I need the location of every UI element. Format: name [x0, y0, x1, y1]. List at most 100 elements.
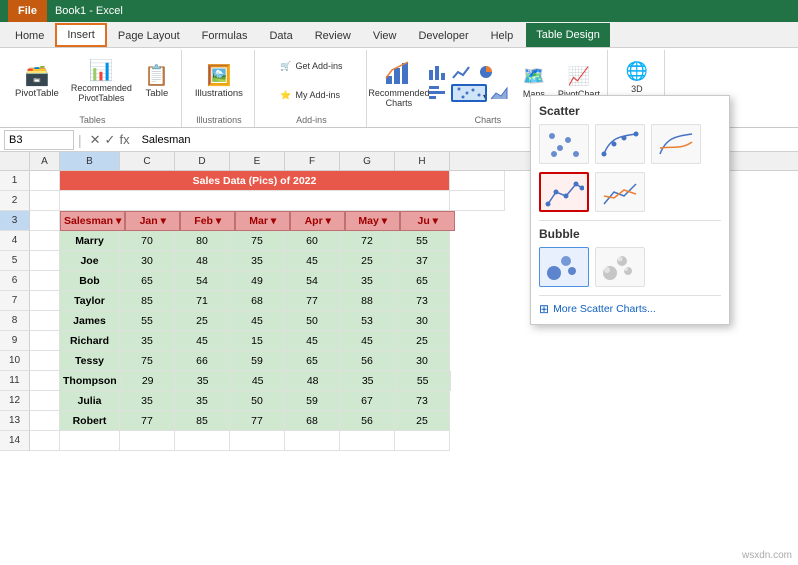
- tab-data[interactable]: Data: [258, 23, 303, 47]
- cell-a4[interactable]: [30, 231, 60, 251]
- row-header-4[interactable]: 4: [0, 231, 29, 251]
- scatter-straight-lines-button[interactable]: [595, 172, 645, 212]
- cell-b10[interactable]: Tessy: [60, 351, 120, 371]
- my-addins-icon: ⭐: [280, 90, 291, 101]
- cell-b5[interactable]: Joe: [60, 251, 120, 271]
- row-header-6[interactable]: 6: [0, 271, 29, 291]
- col-header-e[interactable]: E: [230, 152, 285, 170]
- scatter-smooth-lines-button[interactable]: [595, 124, 645, 164]
- illustrations-button[interactable]: 🖼️ Illustrations: [190, 52, 248, 112]
- tab-review[interactable]: Review: [304, 23, 362, 47]
- scatter-icons-row: [539, 124, 721, 164]
- tables-group-label: Tables: [79, 113, 105, 125]
- maps-icon: 🗺️: [523, 66, 545, 87]
- row-header-1[interactable]: 1: [0, 171, 29, 191]
- cell-a3[interactable]: [30, 211, 60, 231]
- scatter-chart-button[interactable]: ▾: [451, 84, 487, 102]
- row-header-3[interactable]: 3: [0, 211, 29, 231]
- name-box[interactable]: B3: [4, 130, 74, 150]
- get-addins-button[interactable]: 🛒 Get Add-ins: [276, 52, 346, 80]
- line-chart-button[interactable]: [451, 63, 473, 81]
- confirm-formula-icon[interactable]: ✓: [105, 132, 116, 148]
- table-button[interactable]: 📋 Table: [139, 52, 175, 112]
- cell-h1[interactable]: [450, 171, 505, 191]
- cell-b4[interactable]: Marry: [60, 231, 120, 251]
- cell-a1[interactable]: [30, 171, 60, 191]
- row-header-12[interactable]: 12: [0, 391, 29, 411]
- ribbon-group-addins: 🛒 Get Add-ins ⭐ My Add-ins Add-ins: [257, 50, 367, 127]
- cell-b13[interactable]: Robert: [60, 411, 120, 431]
- insert-function-icon[interactable]: fx: [119, 132, 129, 147]
- table-row: Tessy 75 66 59 65 56 30: [30, 351, 798, 371]
- tab-home[interactable]: Home: [4, 23, 55, 47]
- scatter-dots-button[interactable]: [539, 124, 589, 164]
- row-header-5[interactable]: 5: [0, 251, 29, 271]
- cell-b3[interactable]: Salesman ▾: [60, 211, 125, 231]
- table-row: Robert 77 85 77 68 56 25: [30, 411, 798, 431]
- cell-b9[interactable]: Richard: [60, 331, 120, 351]
- row-header-13[interactable]: 13: [0, 411, 29, 431]
- cell-h4[interactable]: 55: [395, 231, 450, 251]
- bubble-3d-button[interactable]: [595, 247, 645, 287]
- row-header-10[interactable]: 10: [0, 351, 29, 371]
- chart-type-buttons: ▾: [427, 63, 511, 102]
- pivottable-button[interactable]: 🗃️ PivotTable: [10, 52, 64, 112]
- col-header-c[interactable]: C: [120, 152, 175, 170]
- row-header-2[interactable]: 2: [0, 191, 29, 211]
- col-header-d[interactable]: D: [175, 152, 230, 170]
- row-header-9[interactable]: 9: [0, 331, 29, 351]
- col-header-h[interactable]: H: [395, 152, 450, 170]
- cell-h3[interactable]: Ju ▾: [400, 211, 455, 231]
- cancel-formula-icon[interactable]: ✕: [90, 132, 101, 148]
- cell-h2[interactable]: [450, 191, 505, 211]
- cell-b6[interactable]: Bob: [60, 271, 120, 291]
- cell-b11[interactable]: Thompson: [60, 371, 121, 391]
- col-header-f[interactable]: F: [285, 152, 340, 170]
- tab-pagelayout[interactable]: Page Layout: [107, 23, 191, 47]
- col-header-a[interactable]: A: [30, 152, 60, 170]
- col-header-g[interactable]: G: [340, 152, 395, 170]
- row-header-11[interactable]: 11: [0, 371, 29, 391]
- my-addins-button[interactable]: ⭐ My Add-ins: [276, 81, 346, 109]
- bubble-button[interactable]: [539, 247, 589, 287]
- cell-e3[interactable]: Mar ▾: [235, 211, 290, 231]
- area-chart-button[interactable]: [489, 84, 511, 102]
- cell-e4[interactable]: 75: [230, 231, 285, 251]
- bar-chart-button[interactable]: [427, 84, 449, 102]
- cell-b8[interactable]: James: [60, 311, 120, 331]
- row-header-8[interactable]: 8: [0, 311, 29, 331]
- more-scatter-charts-link[interactable]: ⊞ More Scatter Charts...: [539, 302, 721, 316]
- tab-view[interactable]: View: [362, 23, 408, 47]
- cell-d3[interactable]: Feb ▾: [180, 211, 235, 231]
- file-button[interactable]: File: [8, 0, 47, 22]
- recommended-charts-button[interactable]: Recommended Charts: [375, 53, 423, 113]
- cell-f4[interactable]: 60: [285, 231, 340, 251]
- pie-chart-button[interactable]: [475, 63, 497, 81]
- tab-help[interactable]: Help: [480, 23, 525, 47]
- svg-text:▾: ▾: [483, 92, 485, 101]
- cell-b7[interactable]: Taylor: [60, 291, 120, 311]
- scatter-smooth-lines-only-button[interactable]: [651, 124, 701, 164]
- cell-a2[interactable]: [30, 191, 60, 211]
- cell-b12[interactable]: Julia: [60, 391, 120, 411]
- tab-formulas[interactable]: Formulas: [191, 23, 259, 47]
- scatter-straight-lines-markers-button[interactable]: [539, 172, 589, 212]
- tab-developer[interactable]: Developer: [407, 23, 479, 47]
- cell-c3[interactable]: Jan ▾: [125, 211, 180, 231]
- cell-b2[interactable]: [60, 191, 450, 211]
- table-row: [30, 431, 798, 451]
- col-header-b[interactable]: B: [60, 152, 120, 170]
- cell-g3[interactable]: May ▾: [345, 211, 400, 231]
- table-row: Thompson 29 35 45 48 35 55: [30, 371, 798, 391]
- cell-c4[interactable]: 70: [120, 231, 175, 251]
- cell-f3[interactable]: Apr ▾: [290, 211, 345, 231]
- row-header-7[interactable]: 7: [0, 291, 29, 311]
- tab-tabledesign[interactable]: Table Design: [526, 23, 610, 47]
- tab-insert[interactable]: Insert: [55, 23, 107, 47]
- row-header-14[interactable]: 14: [0, 431, 29, 451]
- cell-g4[interactable]: 72: [340, 231, 395, 251]
- bubble-section-title: Bubble: [539, 227, 721, 241]
- cell-d4[interactable]: 80: [175, 231, 230, 251]
- recommended-pivottables-button[interactable]: 📊 Recommended PivotTables: [66, 52, 137, 112]
- column-chart-button[interactable]: [427, 63, 449, 81]
